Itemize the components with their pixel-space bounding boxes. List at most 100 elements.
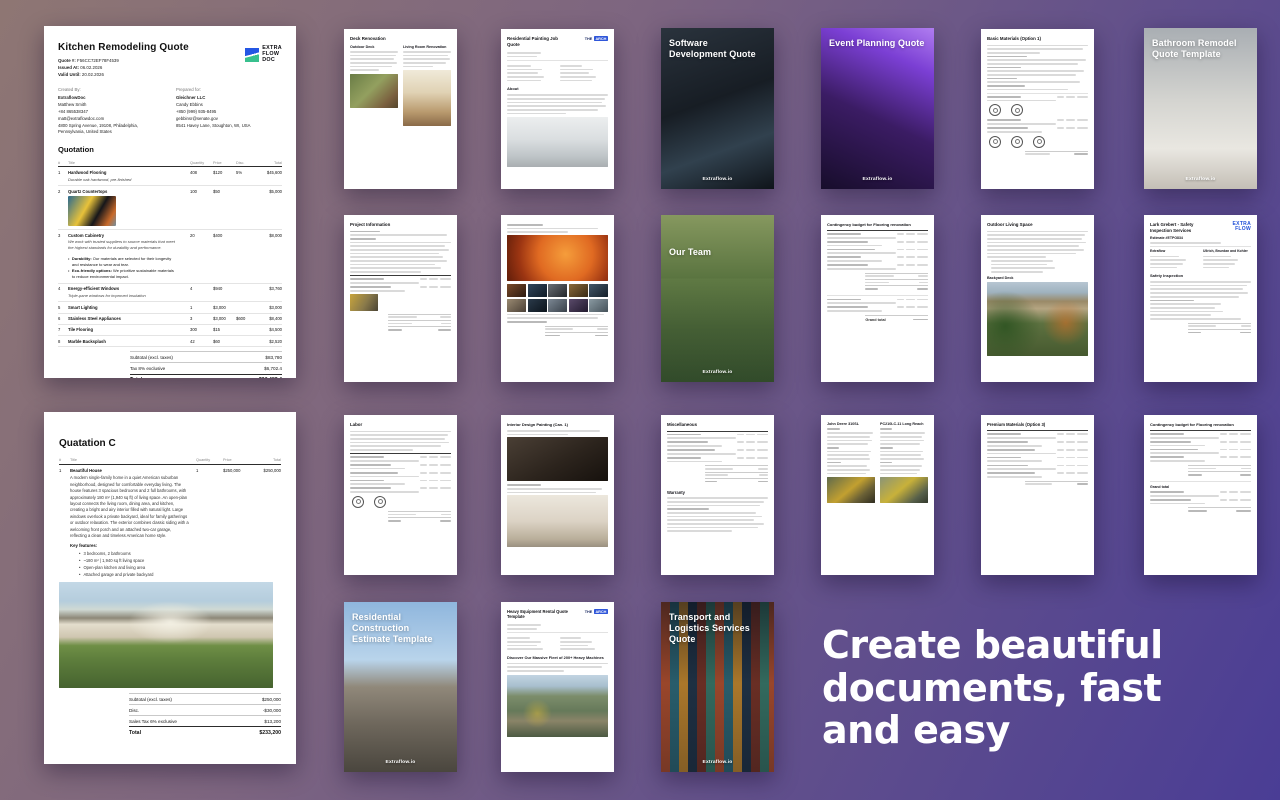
quotation-section-title: Quotation bbox=[58, 145, 282, 154]
hero-banner: Kitchen Remodeling Quote Quote #: F56CC7… bbox=[0, 0, 1280, 800]
extraflowdoc-logo: EXTRA FLOW DOC bbox=[245, 46, 282, 63]
living-room-photo bbox=[403, 70, 451, 126]
text-placeholder-block bbox=[991, 260, 1088, 273]
template-contingency-budget-2[interactable]: Contingency budget for Flooring renovati… bbox=[1144, 415, 1257, 575]
totals-placeholder bbox=[1025, 481, 1088, 487]
template-contingency-budget[interactable]: Contingency budget for Flooring renovati… bbox=[821, 215, 934, 382]
table-placeholder bbox=[350, 456, 451, 492]
text-placeholder-block bbox=[560, 63, 608, 83]
totals-placeholder bbox=[705, 465, 768, 484]
text-placeholder-block bbox=[987, 231, 1088, 259]
template-deck-renovation[interactable]: Deck Renovation Outdoor Deck Living Room… bbox=[344, 29, 457, 189]
extraflow-brand: Extraflow.io bbox=[1144, 177, 1257, 182]
template-heavy-equipment-quote[interactable]: Heavy Equipment Rental Quote Template TH… bbox=[501, 602, 614, 772]
text-placeholder-block bbox=[667, 497, 768, 532]
dark-wall-photo bbox=[507, 437, 608, 481]
prepared-for-block: Prepared for: Gleichner LLC Candy Ebbins… bbox=[176, 87, 282, 136]
photo-grid bbox=[507, 284, 608, 312]
text-placeholder-block bbox=[507, 624, 608, 629]
totals-placeholder bbox=[388, 314, 451, 333]
the-arch-logo: THEARCH bbox=[585, 36, 608, 41]
table-placeholder bbox=[1150, 433, 1251, 462]
kitchen-quote-document[interactable]: Kitchen Remodeling Quote Quote #: F56CC7… bbox=[44, 26, 296, 378]
template-premium-materials[interactable]: Premium Materials (Option 3) bbox=[981, 415, 1094, 575]
table-row: 3 Custom CabinetryWe work with trusted s… bbox=[58, 230, 282, 284]
totals-placeholder bbox=[545, 326, 608, 339]
text-placeholder-block bbox=[507, 663, 608, 672]
template-labor[interactable]: Labor bbox=[344, 415, 457, 575]
template-machinery-specs[interactable]: John Deere 310SL PC210LC-11 Long Reach bbox=[821, 415, 934, 575]
table-header-row: # Title Quantity Price Disc. Total bbox=[58, 158, 282, 167]
the-arch-logo: THEARCH bbox=[585, 609, 608, 614]
text-placeholder-block bbox=[507, 52, 608, 57]
template-project-information[interactable]: Project Information bbox=[344, 215, 457, 382]
backyard-photo bbox=[987, 282, 1088, 356]
quote-title: Kitchen Remodeling Quote bbox=[58, 42, 189, 53]
totals-placeholder bbox=[865, 273, 928, 292]
template-residential-construction-cover[interactable]: Residential Construction Estimate Templa… bbox=[344, 602, 457, 772]
quotation-c-title: Quatation C bbox=[59, 438, 281, 449]
template-our-team-cover[interactable]: Our Team Extraflow.io bbox=[661, 215, 774, 382]
extraflowdoc-logo-icon bbox=[245, 48, 259, 62]
quote-contacts: Created By: ExtraflowDoc Matthew Smith +… bbox=[58, 87, 282, 136]
grand-total-line bbox=[1188, 507, 1251, 513]
sketch-illustrations bbox=[352, 496, 449, 508]
text-placeholder-block bbox=[350, 231, 451, 273]
table-placeholder bbox=[350, 278, 451, 291]
text-placeholder-block bbox=[880, 428, 928, 474]
text-placeholder-block bbox=[507, 314, 608, 323]
table-row: 4 Energy-efficient WindowsTriple-pane wi… bbox=[58, 284, 282, 303]
text-placeholder-block bbox=[507, 484, 608, 493]
abstract-art-photo bbox=[507, 235, 608, 281]
quote-number: Quote #: F56CC72EF78F4539 bbox=[58, 57, 189, 64]
extraflow-brand: Extraflow.io bbox=[661, 760, 774, 765]
quote-totals: Subtotal (excl. taxes)$83,780 Tax 8% exc… bbox=[130, 351, 282, 378]
template-moodboard[interactable] bbox=[501, 215, 614, 382]
extraflow-brand: Extraflow.io bbox=[661, 370, 774, 375]
template-outdoor-living-space[interactable]: Outdoor Living Space Backyard Deck bbox=[981, 215, 1094, 382]
table-placeholder bbox=[987, 96, 1088, 101]
extraflow-brand: Extraflow.io bbox=[661, 177, 774, 182]
key-features-list: 3 bedrooms, 2 bathrooms ~180 m² | 1,940 … bbox=[79, 550, 193, 578]
text-placeholder-block bbox=[507, 635, 555, 652]
table-header-row: # Title Quantity Price Total bbox=[59, 458, 281, 465]
totals-placeholder bbox=[1188, 323, 1251, 336]
template-software-development-cover[interactable]: Software Development Quote Extraflow.io bbox=[661, 28, 774, 189]
extraflow-brand: Extraflow.io bbox=[344, 760, 457, 765]
template-residential-painting-quote[interactable]: Residential Painting Job Quote THEARCH A… bbox=[501, 29, 614, 189]
deck-photo bbox=[350, 74, 398, 108]
table-row: 1 Hardwood FlooringDurable oak hardwood,… bbox=[58, 167, 282, 186]
totals-placeholder bbox=[1025, 151, 1088, 157]
totals-placeholder bbox=[388, 511, 451, 524]
quotation-c-totals: Subtotal (excl. taxes)$250,000 Disc.-$30… bbox=[129, 693, 281, 739]
bedroom-photo bbox=[507, 117, 608, 167]
template-interior-design-painting[interactable]: Interior Design Painting (Can. 1) bbox=[501, 415, 614, 575]
quartz-photo bbox=[68, 196, 116, 226]
table-placeholder bbox=[667, 434, 768, 463]
wheel-loader-photo bbox=[827, 477, 875, 503]
template-miscellaneous-warranty[interactable]: Miscellaneous Warranty bbox=[661, 415, 774, 575]
sketch-illustrations bbox=[989, 136, 1086, 148]
table-row: 8 Marble Backsplash 42 $60 $2,520 bbox=[58, 336, 282, 347]
extraflow-logo: EXTRA FLOW bbox=[1233, 222, 1251, 233]
template-bathroom-remodel-cover[interactable]: Bathroom Remodel Quote Template Extraflo… bbox=[1144, 28, 1257, 189]
house-description: A modern single-family home in a quiet A… bbox=[70, 475, 193, 539]
text-placeholder-block bbox=[350, 51, 398, 71]
template-basic-materials[interactable]: Basic Materials (Option 1) bbox=[981, 29, 1094, 189]
text-placeholder-block bbox=[1150, 281, 1251, 320]
excavator-photo bbox=[350, 294, 378, 311]
table-placeholder bbox=[1150, 491, 1251, 504]
template-event-planning-cover[interactable]: Event Planning Quote Extraflow.io bbox=[821, 28, 934, 189]
table-placeholder bbox=[987, 433, 1088, 477]
text-placeholder-block bbox=[827, 428, 875, 474]
key-features-label: Key features: bbox=[70, 543, 193, 548]
template-safety-inspection[interactable]: Lark Grebert - Safety Inspection Service… bbox=[1144, 215, 1257, 382]
template-transport-logistics-cover[interactable]: Transport and Logistics Services Quote E… bbox=[661, 602, 774, 772]
table-placeholder bbox=[827, 233, 928, 269]
quote-valid-until: Valid Until: 20.02.2026 bbox=[58, 71, 189, 78]
text-placeholder-block bbox=[507, 94, 608, 114]
quotation-c-document[interactable]: Quatation C # Title Quantity Price Total… bbox=[44, 412, 296, 764]
table-row: 2 Quartz Countertops 100 $50 $5,000 bbox=[58, 186, 282, 230]
table-placeholder bbox=[987, 119, 1088, 132]
text-placeholder-block bbox=[507, 63, 555, 83]
